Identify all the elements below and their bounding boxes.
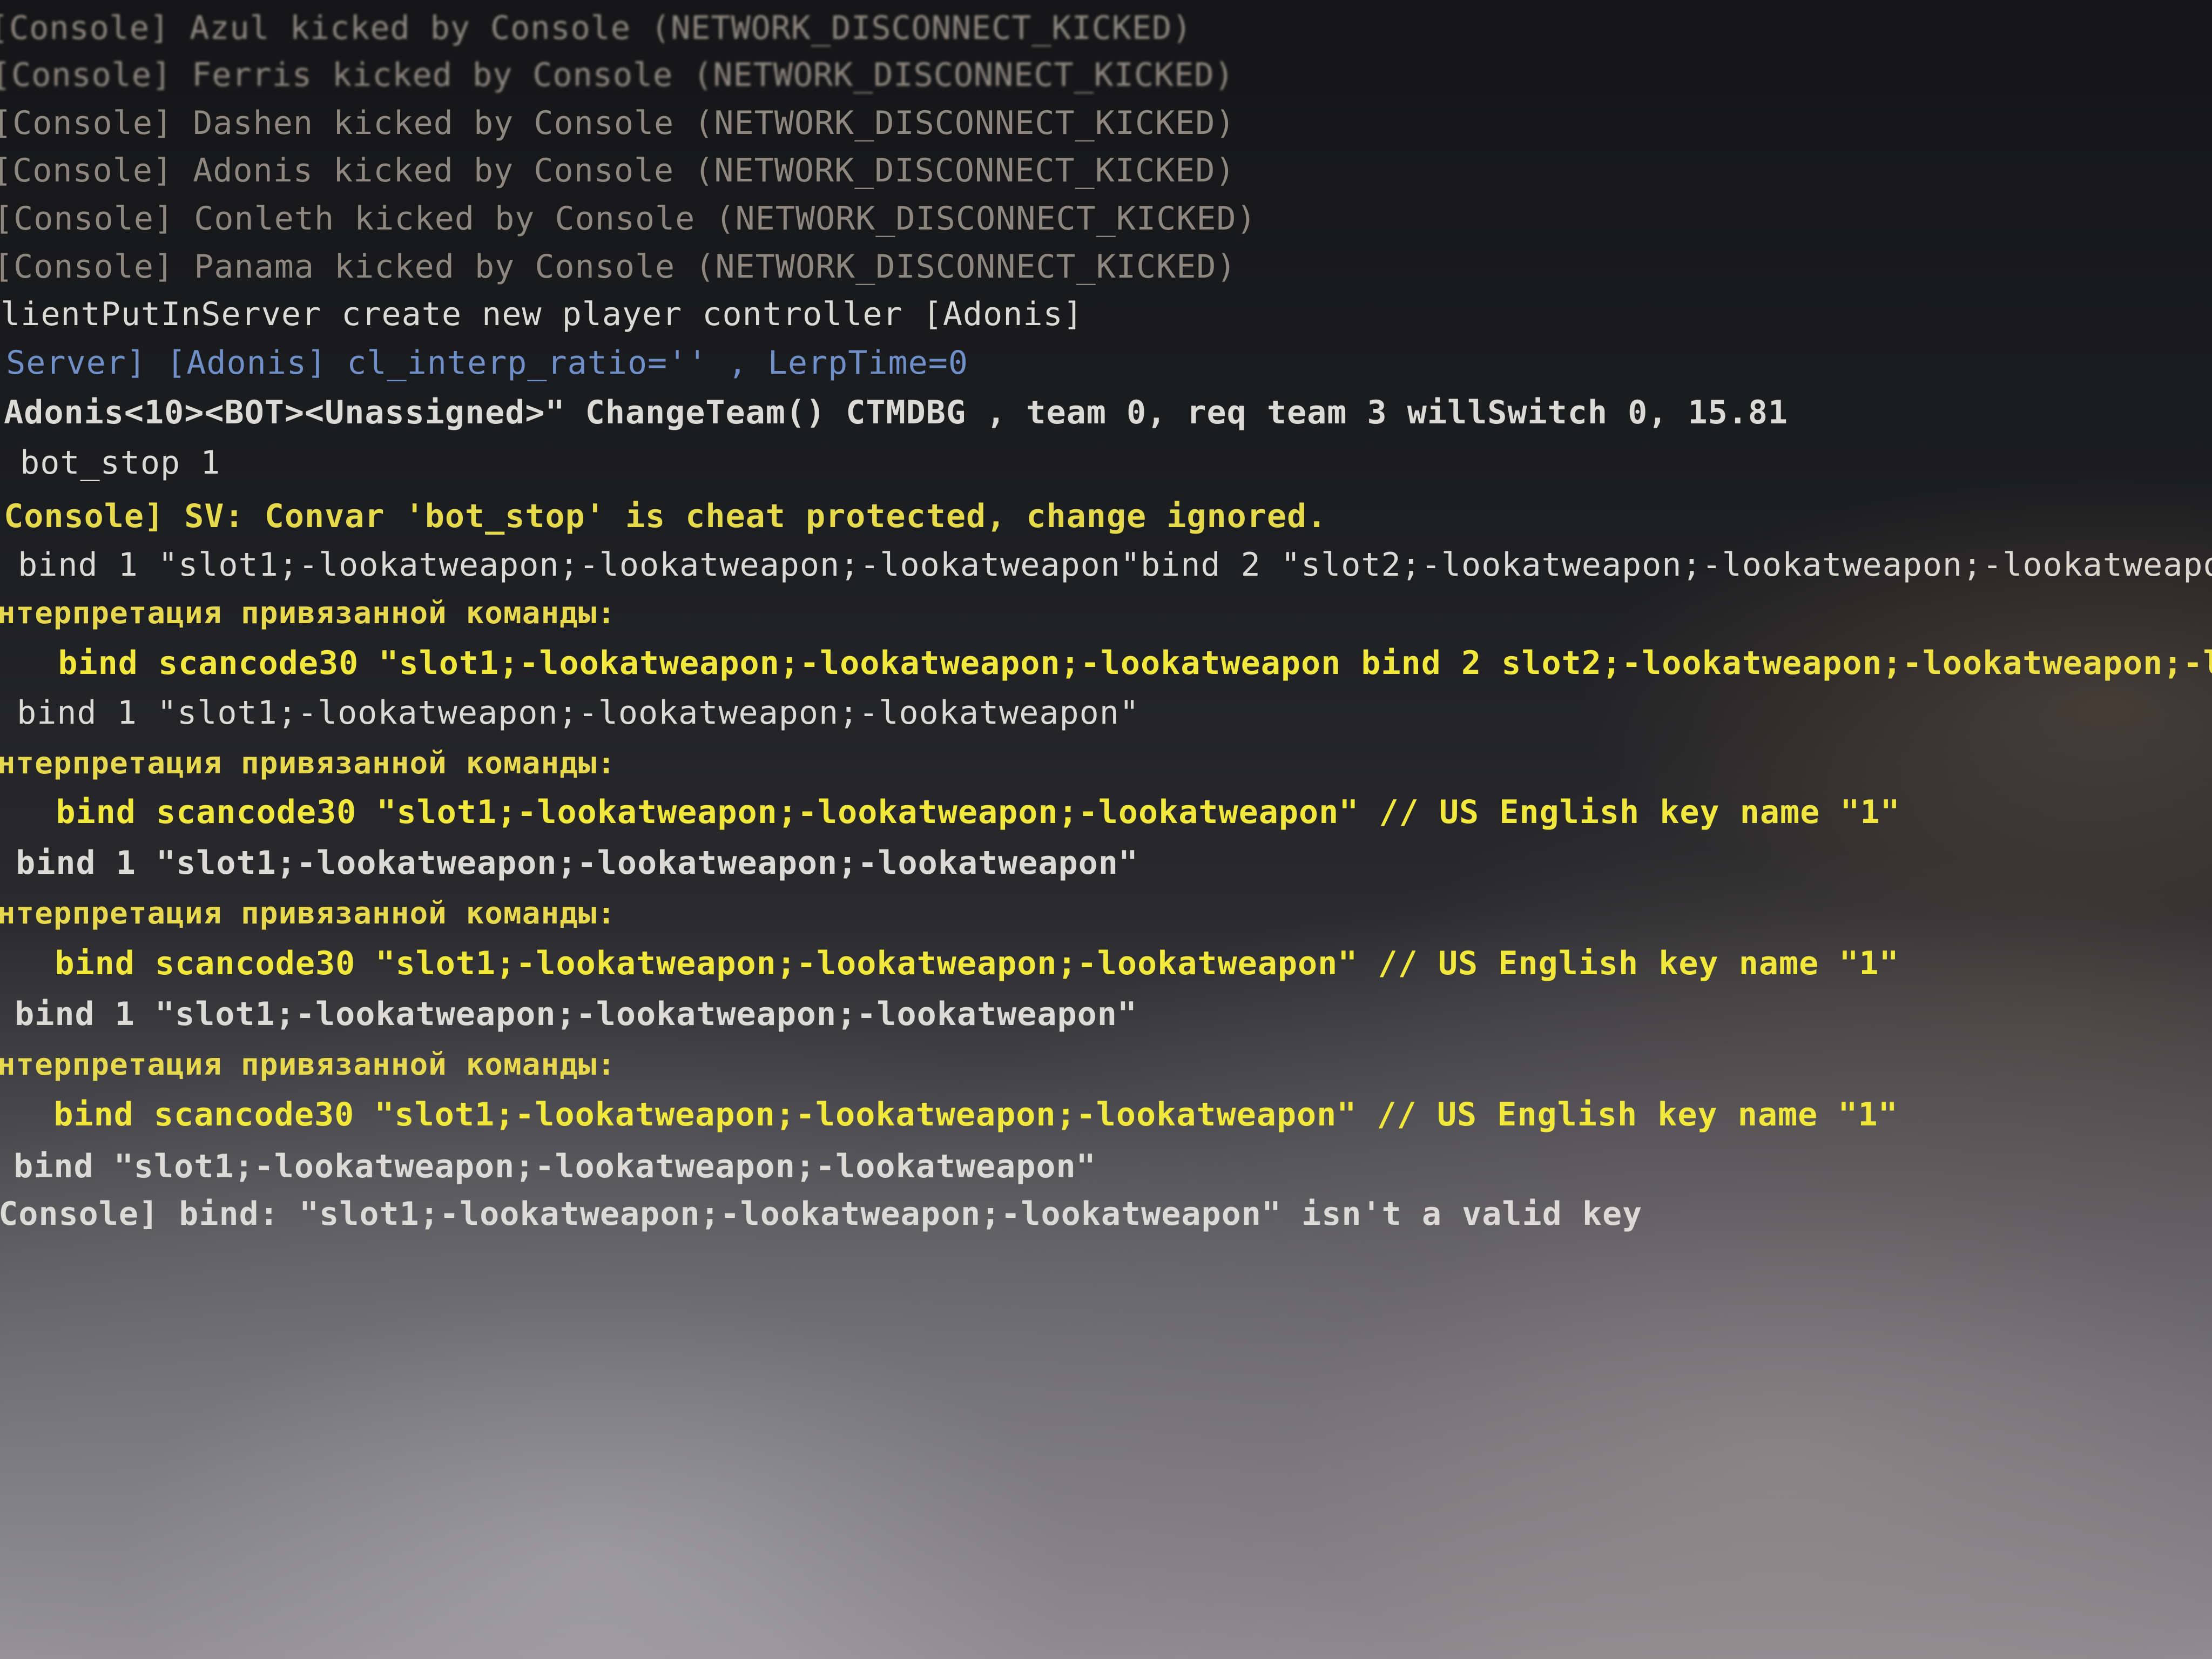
console-line-kick-adonis: [Console] Adonis kicked by Console (NETW… [0,152,1236,190]
console-line-change-team: "Adonis<10><BOT><Unassigned>" ChangeTeam… [0,394,1789,431]
console-line-kick-dashen: [Console] Dashen kicked by Console (NETW… [0,104,1236,142]
console-line-scancode30-bind: bind scancode30 "slot1;-lookatweapon;-lo… [0,1096,1898,1134]
console-line-scancode30-bind: bind scancode30 "slot1;-lookatweapon;-lo… [0,644,2212,682]
console-line-bind-interpretation-label: Интерпретация привязанной команды: [0,896,616,931]
photo-of-monitor: [Console] Azul kicked by Console (NETWOR… [0,0,2212,1659]
console-line-bind-interpretation-label: Интерпретация привязанной команды: [0,746,616,781]
console-line-bind-1-and-2: bind 1 "slot1;-lookatweapon;-lookatweapo… [0,546,2212,584]
console-line-server-interp: [Server] [Adonis] cl_interp_ratio='' , L… [0,344,969,382]
console-line-cheat-protected-warning: [Console] SV: Convar 'bot_stop' is cheat… [0,497,1327,535]
console-line-bind-interpretation-label: Интерпретация привязанной команды: [0,596,616,631]
console-line-kick-conleth: [Console] Conleth kicked by Console (NET… [0,200,1257,238]
console-line-scancode30-bind: bind scancode30 "slot1;-lookatweapon;-lo… [0,945,1899,982]
console-line-bot-stop-command: bot_stop 1 [0,444,221,482]
console-line-kick-ferris: [Console] Ferris kicked by Console (NETW… [0,56,1235,94]
developer-console-output: [Console] Azul kicked by Console (NETWOR… [0,0,2212,1296]
console-line-kick-panama: [Console] Panama kicked by Console (NETW… [0,248,1237,286]
console-line-invalid-key-error: [Console] bind: "slot1;-lookatweapon;-lo… [0,1195,1643,1233]
console-line-kick-azul: [Console] Azul kicked by Console (NETWOR… [0,9,1192,47]
console-line-client-put-in-server: ClientPutInServer create new player cont… [0,295,1083,333]
console-line-scancode30-bind: bind scancode30 "slot1;-lookatweapon;-lo… [0,793,1900,831]
console-line-bind-no-key: bind "slot1;-lookatweapon;-lookatweapon;… [0,1148,1096,1185]
console-line-bind-1: bind 1 "slot1;-lookatweapon;-lookatweapo… [0,844,1139,882]
console-line-bind-1: bind 1 "slot1;-lookatweapon;-lookatweapo… [0,694,1140,732]
console-line-bind-interpretation-label: Интерпретация привязанной команды: [0,1047,616,1082]
console-line-bind-1: bind 1 "slot1;-lookatweapon;-lookatweapo… [0,995,1138,1033]
